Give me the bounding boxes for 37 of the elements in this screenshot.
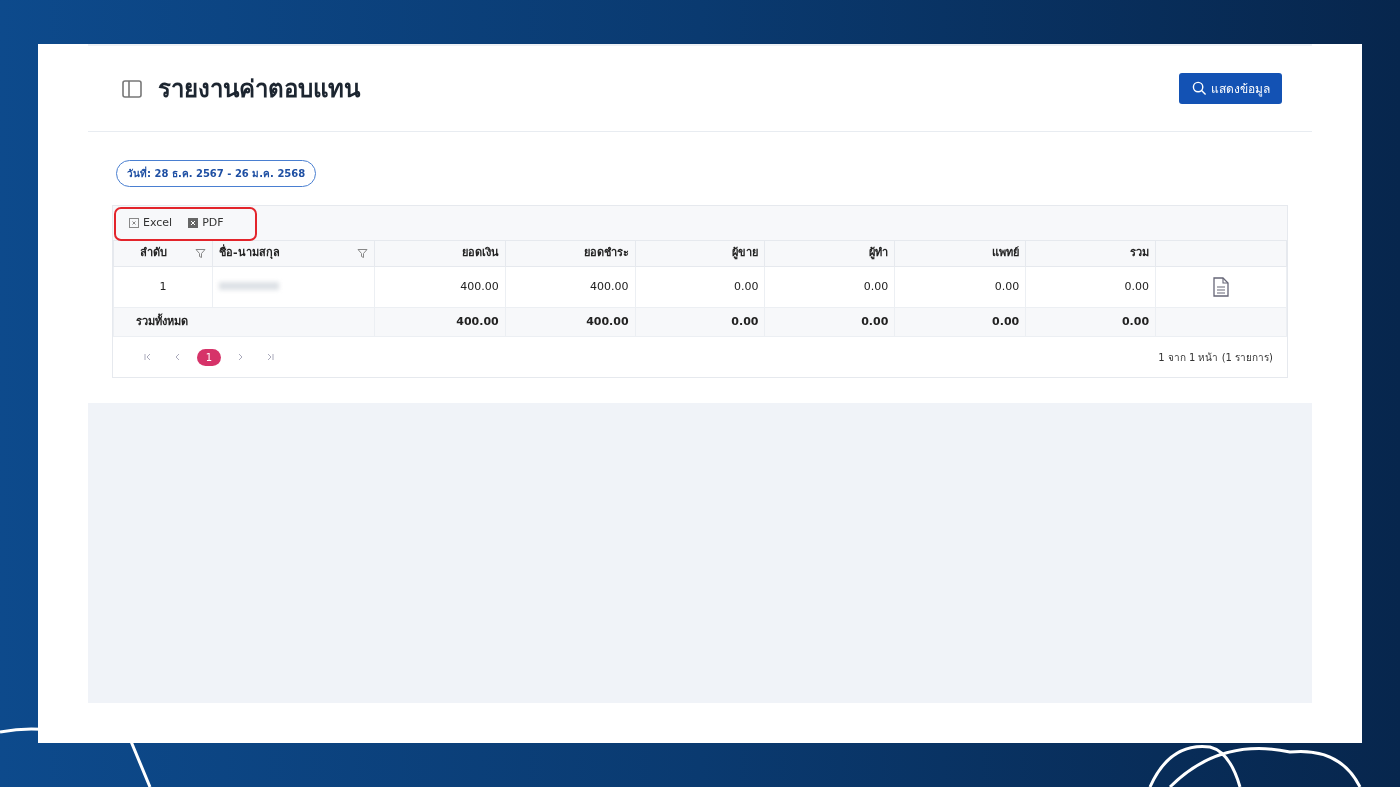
pdf-export-button[interactable]: PDF [182,214,230,232]
excel-export-button[interactable]: Excel [123,214,179,232]
column-header: ยอดชำระ [583,245,629,262]
panel-icon [122,79,142,98]
total-cell: 400.00 [374,307,506,337]
filter-icon[interactable] [194,248,206,259]
column-header: ยอดเงิน [461,245,499,262]
total-cell: 0.00 [894,307,1026,337]
total-cell: 0.00 [635,307,765,337]
total-cell: 0.00 [765,307,895,337]
column-header: ชื่อ-นามสกุล [218,245,280,262]
file-icon [188,218,199,228]
table-cell: 0.00 [1025,266,1156,308]
filter-icon[interactable] [356,248,368,259]
table-cell: 1 [113,266,213,308]
search-icon [1191,81,1207,96]
page-button[interactable]: 1 [197,348,221,366]
column-header: ผู้ขาย [732,245,759,262]
file-icon [129,218,139,228]
total-cell: 0.00 [1025,307,1156,337]
table-cell: 0.00 [635,266,765,308]
blurred-name [218,281,279,290]
column-header: ลำดับ [140,245,167,262]
page-summary: 1 จาก 1 หน้า (1 รายการ) [1158,350,1273,365]
table-cell: 0.00 [894,266,1026,308]
date-range-badge: วันที่: 28 ธ.ค. 2567 - 26 ม.ค. 2568 [116,160,317,187]
page-title: รายงานค่าตอบแทน [158,73,360,105]
total-cell: 400.00 [505,307,636,337]
table-cell: 400.00 [505,266,636,308]
column-header: แพทย์ [992,245,1020,262]
table-cell: 0.00 [765,266,895,308]
document-icon[interactable] [1213,277,1230,297]
table-cell: 400.00 [374,266,506,308]
total-label: รวมทั้งหมด [113,307,375,337]
show-data-button[interactable]: แสดงข้อมูล [1179,73,1282,104]
column-header: รวม [1130,245,1150,262]
column-header: ผู้ทำ [869,245,889,262]
